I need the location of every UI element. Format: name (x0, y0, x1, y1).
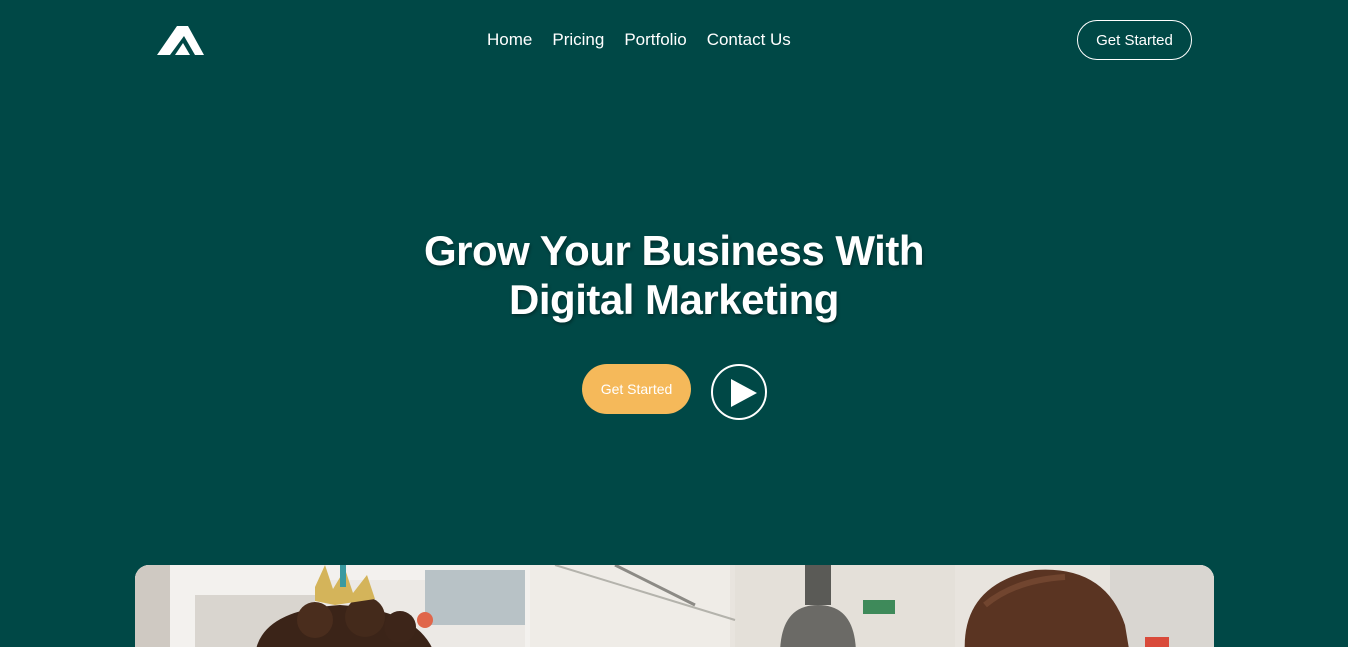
hero-title: Grow Your Business With Digital Marketin… (0, 226, 1348, 324)
nav-portfolio[interactable]: Portfolio (624, 30, 686, 50)
hero-photo-illustration (135, 565, 1214, 647)
hero-get-started-button[interactable]: Get Started (582, 364, 691, 414)
main-nav: Home Pricing Portfolio Contact Us (487, 30, 791, 50)
nav-home[interactable]: Home (487, 30, 532, 50)
logo-icon[interactable] (157, 26, 204, 55)
hero-title-line-1: Grow Your Business With (424, 227, 924, 274)
landing-page: Home Pricing Portfolio Contact Us Get St… (0, 0, 1348, 647)
play-icon (731, 379, 757, 407)
nav-contact-us[interactable]: Contact Us (707, 30, 791, 50)
hero-photo (135, 565, 1214, 647)
nav-pricing[interactable]: Pricing (552, 30, 604, 50)
header-get-started-button[interactable]: Get Started (1077, 20, 1192, 60)
hero-title-line-2: Digital Marketing (509, 276, 839, 323)
play-video-button[interactable] (711, 364, 767, 420)
